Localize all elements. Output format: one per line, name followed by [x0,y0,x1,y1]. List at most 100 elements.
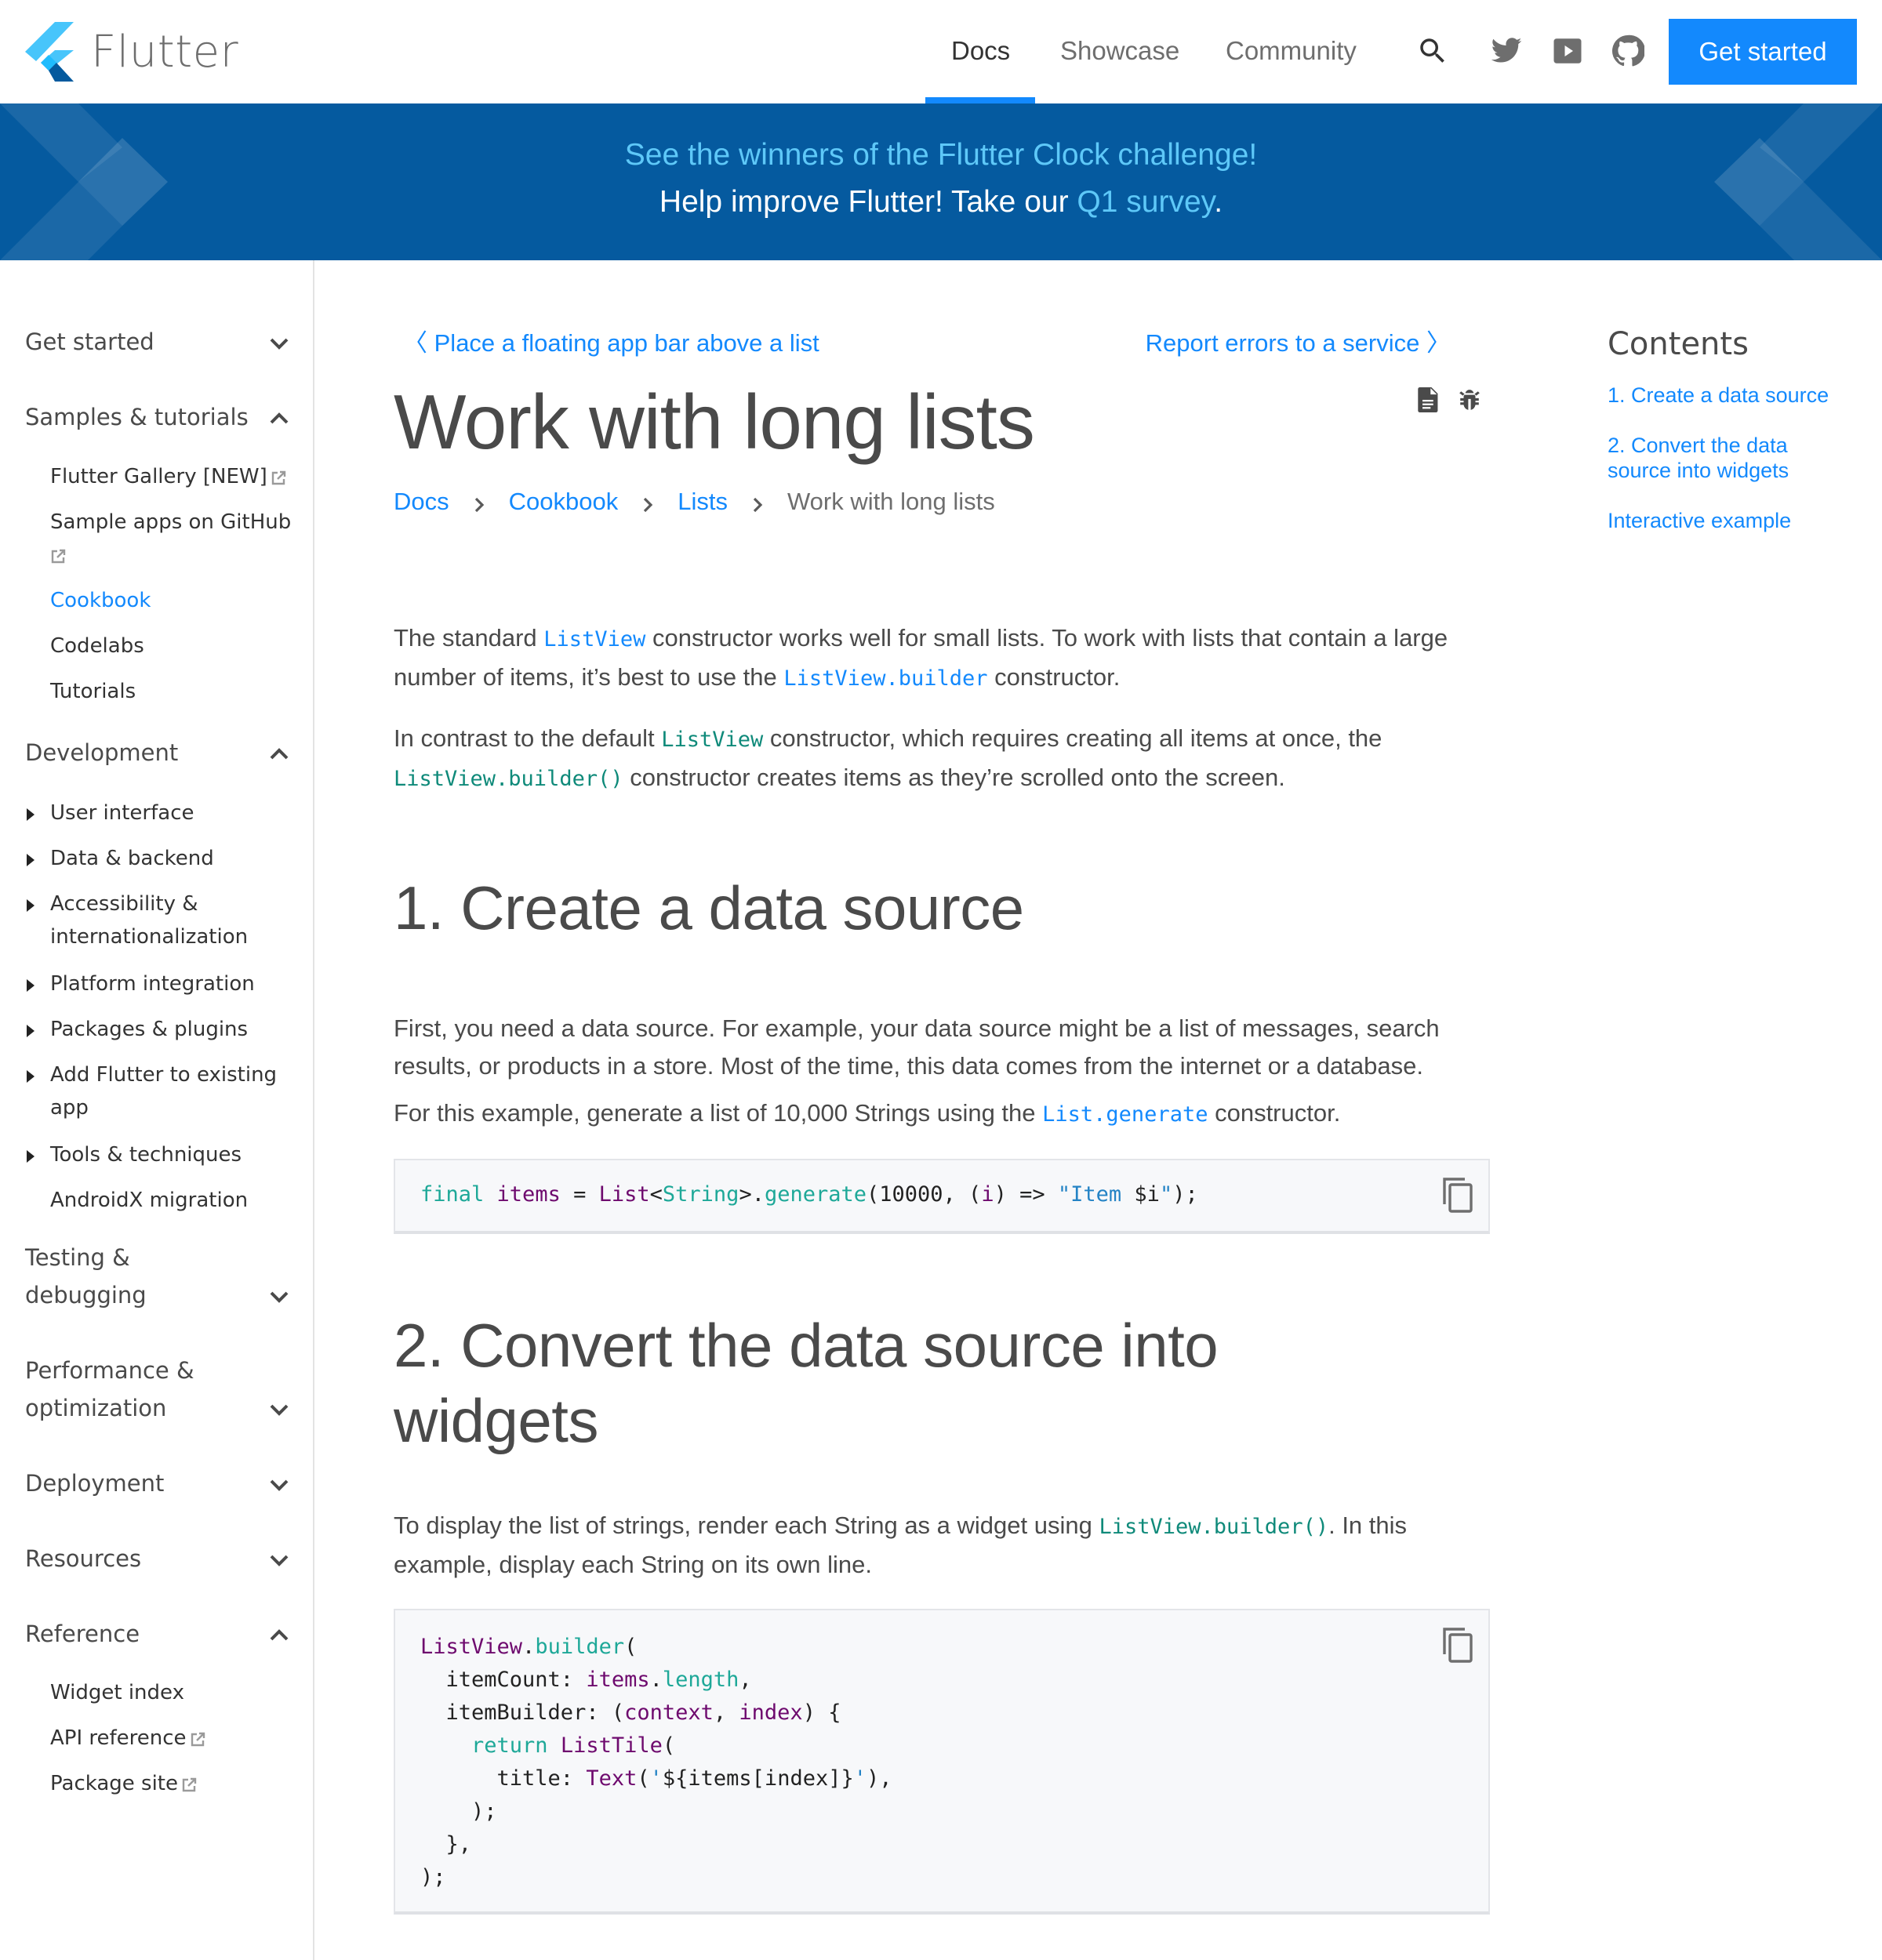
code-token: itemCount: [420,1668,587,1692]
sidebar-item-androidx-migration[interactable]: AndroidX migration [50,1184,293,1217]
twitter-icon[interactable] [1487,31,1526,71]
active-tab-indicator [925,97,1035,103]
chevron-down-icon [267,329,292,354]
search-icon[interactable] [1413,31,1452,71]
sidebar-section-performance[interactable]: Performance & optimization [25,1352,292,1427]
chevron-up-icon [267,405,292,430]
expand-triangle-icon[interactable] [25,852,36,868]
sidebar-section-resources[interactable]: Resources [25,1540,292,1577]
code-token: }, [420,1832,472,1857]
code-token: Text [586,1766,638,1791]
sidebar-item-label: Sample apps on GitHub [50,510,292,534]
sidebar-item-add-to-app[interactable]: Add Flutter to existing app [50,1058,293,1124]
next-page-label: Report errors to a service [1145,329,1420,357]
chevron-down-icon [267,1471,292,1496]
sidebar-section-get-started[interactable]: Get started [25,323,292,361]
external-link-icon [50,542,66,564]
breadcrumb-current: Work with long lists [787,488,995,515]
github-icon[interactable] [1608,31,1648,71]
sidebar-item-package-site[interactable]: Package site [50,1767,293,1800]
copy-icon[interactable] [1441,1626,1474,1664]
page-title: Work with long lists [394,379,1035,465]
code-token: ( [662,1733,676,1758]
code-token: (10000, ( [867,1182,982,1207]
toc-link-convert-to-widgets[interactable]: 2. Convert the data source into widgets [1608,433,1827,483]
chevron-down-icon [267,1396,292,1421]
bug-icon[interactable] [1458,387,1481,412]
get-started-button[interactable]: Get started [1669,19,1857,85]
sidebar: Get started Samples & tutorials Flutter … [0,260,314,1960]
sidebar-section-development[interactable]: Development [25,734,292,771]
sidebar-item-label: Flutter Gallery [NEW] [50,465,267,488]
sidebar-item-tutorials[interactable]: Tutorials [50,675,293,708]
sidebar-item-packages-plugins[interactable]: Packages & plugins [50,1013,293,1046]
code-token: builder [535,1635,625,1659]
code-token: i [981,1182,994,1207]
sidebar-item-widget-index[interactable]: Widget index [50,1676,293,1709]
breadcrumb-cookbook[interactable]: Cookbook [509,488,619,516]
sidebar-item-codelabs[interactable]: Codelabs [50,630,293,662]
next-page-link[interactable]: Report errors to a service 〉 [1146,323,1451,358]
toc-link-create-data-source[interactable]: 1. Create a data source [1608,383,1866,408]
code-token: index [739,1700,803,1725]
expand-triangle-icon[interactable] [25,807,36,822]
sidebar-section-testing-debugging[interactable]: Testing & debugging [25,1239,292,1314]
chevron-right-icon [748,492,767,513]
sidebar-item-platform-integration[interactable]: Platform integration [50,967,293,1000]
code-line: return ListTile( [420,1730,892,1762]
code-token: List [598,1182,650,1207]
code-token: generate [764,1182,867,1207]
code-token: title: [420,1766,587,1791]
sidebar-section-samples-tutorials[interactable]: Samples & tutorials [25,398,292,436]
expand-triangle-icon[interactable] [25,898,36,913]
code-line: ListView.builder( [420,1631,892,1664]
code-line: itemCount: items.length, [420,1664,892,1697]
clock-challenge-link[interactable]: See the winners of the Flutter Clock cha… [0,138,1882,172]
sidebar-item-user-interface[interactable]: User interface [50,797,293,829]
nav-community[interactable]: Community [1226,0,1357,103]
chevron-right-icon: 〉 [1419,329,1451,357]
survey-link[interactable]: Q1 survey [1077,185,1214,219]
section1-paragraph-1: First, you need a data source. For examp… [394,1014,1440,1080]
expand-triangle-icon[interactable] [25,978,36,993]
announcement-banner: See the winners of the Flutter Clock cha… [0,103,1882,260]
document-icon[interactable] [1417,387,1441,412]
breadcrumb-lists[interactable]: Lists [678,488,728,516]
sidebar-item-api-reference[interactable]: API reference [50,1722,293,1755]
breadcrumb-docs[interactable]: Docs [394,488,449,516]
nav-showcase[interactable]: Showcase [1060,0,1179,103]
expand-triangle-icon[interactable] [25,1069,36,1084]
sidebar-section-deployment[interactable]: Deployment [25,1465,292,1502]
copy-icon[interactable] [1441,1176,1474,1214]
survey-prefix: Help improve Flutter! Take our [659,185,1077,219]
prev-page-link[interactable]: 〈 Place a floating app bar above a list [403,323,819,358]
sidebar-item-sample-apps-github[interactable]: Sample apps on GitHub [50,506,293,572]
youtube-icon[interactable] [1548,31,1587,71]
code-line: itemBuilder: (context, index) { [420,1697,892,1730]
sidebar-item-flutter-gallery[interactable]: Flutter Gallery [NEW] [50,460,293,493]
sidebar-item-accessibility[interactable]: Accessibility & internationalization [50,887,293,953]
expand-triangle-icon[interactable] [25,1023,36,1039]
flutter-logo-link[interactable]: Flutter [25,22,238,82]
sidebar-item-tools-techniques[interactable]: Tools & techniques [50,1138,293,1171]
nav-docs[interactable]: Docs [951,0,1010,103]
toc-link-interactive-example[interactable]: Interactive example [1608,508,1866,533]
code-line: ); [420,1861,892,1894]
code-token: >. [739,1182,765,1207]
page-actions [1417,387,1481,412]
section-heading-convert-to-widgets: 2. Convert the data source into widgets [394,1311,1219,1455]
sidebar-item-data-backend[interactable]: Data & backend [50,842,293,875]
code-token: ); [1172,1182,1198,1207]
code-block-listview-builder: ListView.builder( itemCount: items.lengt… [394,1609,1490,1915]
sidebar-section-label: Performance & optimization [25,1357,194,1421]
inline-code-listview-builder[interactable]: ListView.builder [783,666,987,691]
expand-triangle-icon[interactable] [25,1149,36,1164]
inline-code-listview[interactable]: ListView [543,627,645,652]
inline-code-list-generate[interactable]: List.generate [1042,1102,1208,1127]
code-token: String [662,1182,739,1207]
sidebar-item-cookbook[interactable]: Cookbook [50,584,293,617]
code-token: ListTile [560,1733,663,1758]
sidebar-section-reference[interactable]: Reference [25,1615,292,1653]
